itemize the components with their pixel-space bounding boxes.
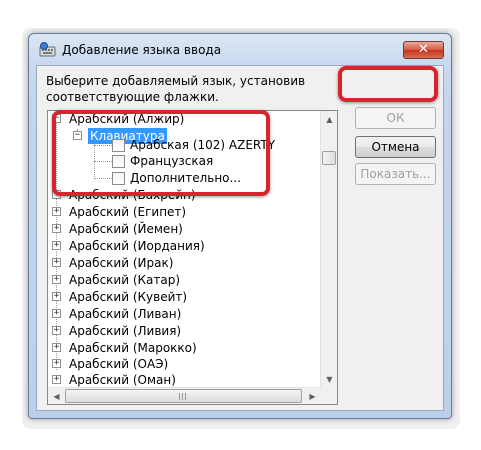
ok-button[interactable]: ОК xyxy=(355,107,436,129)
vertical-scrollbar[interactable]: ▲ ▼ xyxy=(320,111,337,388)
ok-button-highlight xyxy=(338,66,438,102)
cancel-button[interactable]: Отмена xyxy=(355,136,436,158)
tree-node-label: Арабский (Кувейт) xyxy=(69,290,188,304)
grip xyxy=(179,393,180,400)
expand-icon[interactable]: + xyxy=(52,326,61,335)
instruction-line-1: Выберите добавляемый язык, установив xyxy=(46,74,306,88)
expand-icon[interactable]: + xyxy=(52,292,61,301)
scroll-corner xyxy=(320,387,337,404)
expand-icon[interactable]: + xyxy=(52,224,61,233)
title-bar: Добавление языка ввода ✕ xyxy=(29,34,451,64)
scroll-up-arrow-icon[interactable]: ▲ xyxy=(321,111,338,128)
tree-node-label: Арабский (Марокко) xyxy=(69,341,197,355)
keyboard-options-highlight xyxy=(52,110,270,196)
tree-node-label: Арабский (Оман) xyxy=(69,373,176,387)
expand-icon[interactable]: + xyxy=(52,207,61,216)
vertical-scroll-thumb[interactable] xyxy=(322,151,336,165)
grip xyxy=(182,393,183,400)
tree-node-label: Арабский (Ливия) xyxy=(69,324,182,338)
show-button[interactable]: Показать... xyxy=(355,163,436,185)
grip xyxy=(185,393,186,400)
tree-node-label: Арабский (Ирак) xyxy=(69,256,174,270)
scroll-down-arrow-icon[interactable]: ▼ xyxy=(321,371,338,388)
window-title: Добавление языка ввода xyxy=(62,43,222,57)
tree-node-label: Арабский (Йемен) xyxy=(69,222,183,236)
close-button[interactable]: ✕ xyxy=(403,41,444,59)
expand-icon[interactable]: + xyxy=(52,343,61,352)
expand-icon[interactable]: + xyxy=(52,309,61,318)
horizontal-scroll-thumb[interactable] xyxy=(65,389,302,403)
tree-node-label: Арабский (Ливан) xyxy=(69,307,182,321)
keyboard-language-icon xyxy=(39,42,56,57)
expand-icon[interactable]: + xyxy=(52,241,61,250)
expand-icon[interactable]: + xyxy=(52,375,61,384)
tree-node-label: Арабский (Египет) xyxy=(69,205,187,219)
expand-icon[interactable]: + xyxy=(52,275,61,284)
scroll-left-arrow-icon[interactable]: ◀ xyxy=(48,388,65,405)
scroll-right-arrow-icon[interactable]: ▶ xyxy=(304,388,321,405)
instruction-line-2: соответствующие флажки. xyxy=(46,90,219,104)
expand-icon[interactable]: + xyxy=(52,258,61,267)
tree-node-label: Арабский (Катар) xyxy=(69,273,181,287)
expand-icon[interactable]: + xyxy=(52,359,61,368)
tree-node-label: Арабский (ОАЭ) xyxy=(69,357,169,371)
instruction-text: Выберите добавляемый язык, установив соо… xyxy=(46,73,306,105)
horizontal-scrollbar[interactable]: ◀ ▶ xyxy=(48,387,321,404)
tree-node-label: Арабский (Иордания) xyxy=(69,239,205,253)
